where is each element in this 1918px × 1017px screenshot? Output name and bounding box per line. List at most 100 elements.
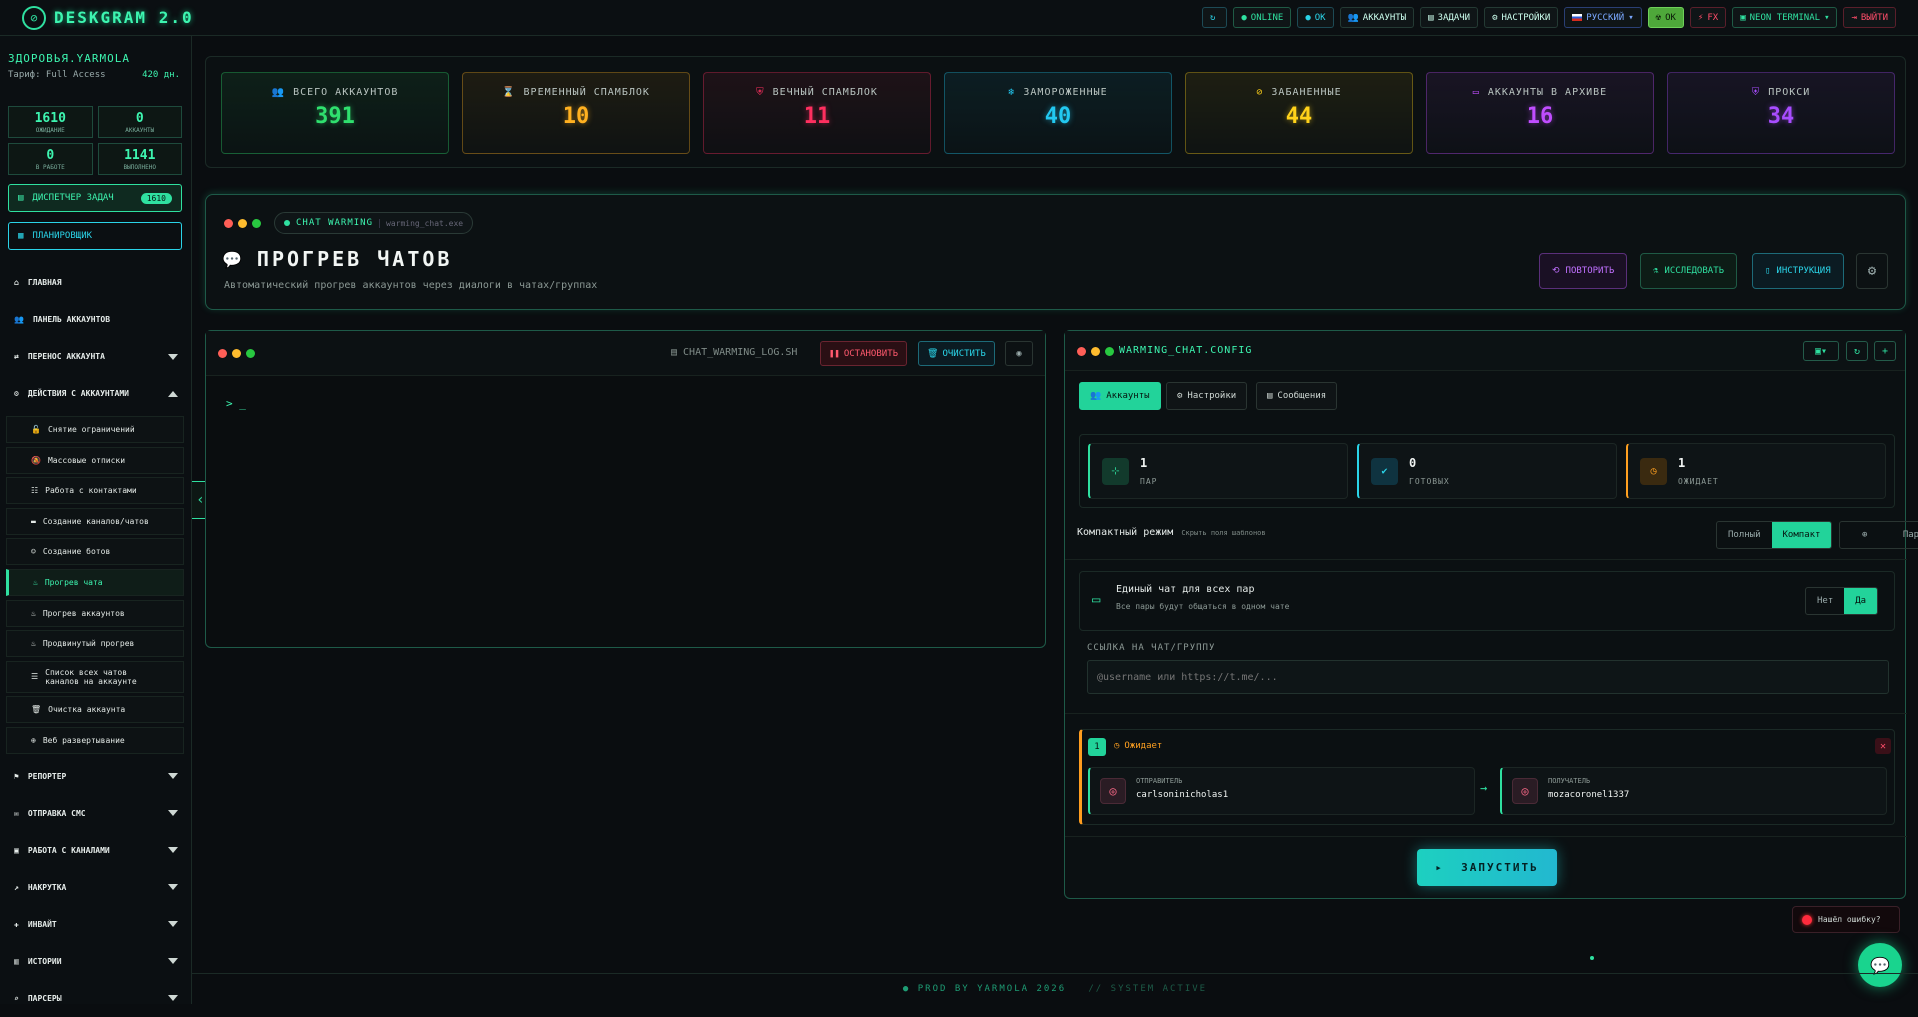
online-status-button[interactable]: ● ONLINE — [1233, 7, 1292, 28]
sidebar-subitem-account-warming[interactable]: ♨ Прогрев аккаунтов — [6, 599, 184, 627]
radiation-button[interactable]: ☢ ОК — [1647, 7, 1684, 28]
metric-pairs: ⊹ 1 ПАР — [1088, 443, 1348, 499]
app-logo[interactable]: ⊘ DESKGRAM 2.0 — [22, 5, 194, 30]
stat-card-banned[interactable]: ⊘ ЗАБАНЕННЫЕ 44 — [1185, 72, 1413, 154]
dot-icon: ● — [1305, 12, 1311, 23]
chevron-left-icon: ‹ — [196, 492, 205, 508]
single-chat-no[interactable]: Нет — [1806, 588, 1844, 614]
mode-full-option[interactable]: Полный — [1717, 522, 1772, 548]
save-preset-dropdown[interactable]: ▣▾ — [1803, 341, 1839, 361]
sidebar-item-parsers[interactable]: ⌕ ПАРСЕРЫ — [0, 980, 192, 1017]
stop-button[interactable]: ❚❚ ОСТАНОВИТЬ — [820, 341, 908, 366]
page-header: CHAT WARMING warming_chat.exe 💬 ПРОГРЕВ ЧА… — [205, 194, 1906, 310]
account-stats: 👥 ВСЕГО АККАУНТОВ 391 ⌛ ВРЕМЕННЫЙ СПАМБЛОК 1… — [205, 56, 1906, 168]
settings-button[interactable]: ⚙ НАСТРОЙКИ — [1484, 7, 1559, 28]
run-button[interactable]: ▸ ЗАПУСТИТЬ — [1417, 849, 1557, 886]
sidebar-subitem-chat-warming[interactable]: ♨ Прогрев чата — [6, 568, 184, 596]
window-dots — [224, 219, 261, 228]
sidebar-subitem-remove-restrictions[interactable]: 🔓 Снятие ограничений — [6, 416, 184, 443]
contacts-icon: ☷ — [31, 486, 39, 496]
clipboard-icon: ▤ — [1428, 12, 1434, 23]
sidebar-item-accounts-panel[interactable]: 👥 ПАНЕЛЬ АККАУНТОВ — [0, 301, 192, 338]
page-title: 💬 ПРОГРЕВ ЧАТОВ — [222, 247, 453, 271]
avatar: ◎ — [1512, 778, 1538, 804]
trash-icon: 🗑 — [927, 348, 939, 359]
instructions-button[interactable]: ▯ ИНСТРУКЦИЯ — [1752, 253, 1844, 289]
stat-card-total[interactable]: 👥 ВСЕГО АККАУНТОВ 391 — [221, 72, 449, 154]
window-dots — [1077, 347, 1114, 356]
accounts-button[interactable]: 👥 АККАУНТЫ — [1339, 7, 1415, 28]
scheduler-button[interactable]: ▦ ПЛАНИРОВЩИК — [8, 222, 182, 250]
add-pair-button[interactable]: ⊕ Пара — [1839, 521, 1918, 549]
refresh-button[interactable]: ↻ — [1201, 7, 1228, 28]
module-badge: CHAT WARMING warming_chat.exe — [274, 212, 474, 234]
sidebar-subitem-mass-unsubscribe[interactable]: 🔕 Массовые отписки — [6, 446, 184, 474]
language-select[interactable]: РУССКИЙ ▾ — [1564, 7, 1642, 28]
sender-card[interactable]: ◎ ОТПРАВИТЕЛЬ carlsoninicholas1 — [1088, 767, 1475, 815]
stat-card-perm-spamblock[interactable]: ⛨ ВЕЧНЫЙ СПАМБЛОК 11 — [703, 72, 931, 154]
single-chat-yes[interactable]: Да — [1844, 588, 1878, 614]
shield-icon: ⛨ — [756, 87, 765, 98]
sidebar-item-channels[interactable]: ▣ РАБОТА С КАНАЛАМИ — [0, 832, 192, 869]
stat-value: 16 — [1526, 104, 1554, 129]
mode-compact-option[interactable]: Компакт — [1771, 522, 1832, 548]
sidebar-subitem-clean-account[interactable]: 🗑 Очистка аккаунта — [6, 696, 184, 724]
refresh-icon: ↻ — [1853, 345, 1861, 357]
app-name: DESKGRAM 2.0 — [54, 8, 194, 27]
users-icon: 👥 — [14, 315, 24, 324]
hourglass-icon: ⌛ — [502, 87, 516, 98]
toggle-visibility-button[interactable]: ◉ — [1005, 341, 1033, 366]
stat-card-frozen[interactable]: ❄ ЗАМОРОЖЕННЫЕ 40 — [944, 72, 1172, 154]
sidebar-item-boost[interactable]: ↗ НАКРУТКА — [0, 869, 192, 906]
proxy-shield-icon: ⛨ — [1751, 87, 1761, 98]
tasks-button[interactable]: ▤ ЗАДАЧИ — [1420, 7, 1479, 28]
sidebar-subitem-web-deploy[interactable]: ⊕ Веб развертывание — [6, 726, 184, 754]
sidebar-subitem-create-channels[interactable]: ▬ Создание каналов/чатов — [6, 507, 184, 535]
explore-button[interactable]: ⚗ ИССЛЕДОВАТЬ — [1640, 253, 1738, 289]
sidebar-item-sms[interactable]: ✉ ОТПРАВКА СМС — [0, 795, 192, 832]
chevron-down-icon: ▾ — [1628, 12, 1634, 23]
remove-pair-button[interactable]: ✕ — [1875, 738, 1891, 754]
repeat-button[interactable]: ⟲ ПОВТОРИТЬ — [1539, 253, 1628, 289]
theme-select[interactable]: ▣ NEON TERMINAL ▾ — [1732, 7, 1838, 28]
chat-icon: ▭ — [1092, 592, 1101, 608]
sidebar-item-account-actions[interactable]: ⚙ ДЕЙСТВИЯ С АККАУНТАМИ — [0, 375, 192, 412]
tab-settings[interactable]: ⚙ Настройки — [1166, 382, 1248, 410]
sidebar-item-invite[interactable]: ✚ ИНВАЙТ — [0, 906, 192, 943]
clear-button[interactable]: 🗑 ОЧИСТИТЬ — [918, 341, 995, 366]
sidebar-subitem-chat-list[interactable]: ☰ Список всех чатов каналов на аккаунте — [6, 660, 184, 693]
footer: ● PROD BY YARMOLA 2026 // SYSTEM ACTIVE — [192, 973, 1918, 1004]
sidebar-item-home[interactable]: ⌂ ГЛАВНАЯ — [0, 264, 192, 301]
tab-accounts[interactable]: 👥 Аккаунты — [1079, 382, 1161, 410]
logout-icon: ⇥ — [1851, 12, 1857, 23]
close-icon: ✕ — [1879, 740, 1887, 752]
report-bug-button[interactable]: Нашёл ошибку? — [1792, 906, 1900, 933]
stat-card-temp-spamblock[interactable]: ⌛ ВРЕМЕННЫЙ СПАМБЛОК 10 — [462, 72, 690, 154]
single-chat-option: ▭ Единый чат для всех пар Все пары будут… — [1079, 571, 1895, 631]
stat-card-proxy[interactable]: ⛨ ПРОКСИ 34 — [1667, 72, 1895, 154]
sidebar-item-reporter[interactable]: ⚑ РЕПОРТЕР — [0, 758, 192, 795]
view-mode-toggle: Полный Компакт — [1716, 521, 1833, 549]
logout-button[interactable]: ⇥ ВЫЙТИ — [1843, 7, 1896, 28]
receiver-card[interactable]: ◎ ПОЛУЧАТЕЛЬ mozacoronel1337 — [1500, 767, 1887, 815]
stat-card-archive[interactable]: ▭ АККАУНТЫ В АРХИВЕ 16 — [1426, 72, 1654, 154]
sidebar-item-account-transfer[interactable]: ⇄ ПЕРЕНОС АККАУНТА — [0, 338, 192, 375]
chevron-down-icon — [168, 958, 178, 965]
reload-button[interactable]: ↻ — [1846, 341, 1868, 361]
film-icon: ▥ — [14, 956, 19, 966]
sidebar-item-stories[interactable]: ▥ ИСТОРИИ — [0, 943, 192, 980]
module-settings-button[interactable]: ⚙ — [1856, 253, 1888, 289]
ok-status-button[interactable]: ● OK — [1297, 7, 1334, 28]
sidebar-subitem-advanced-warming[interactable]: ♨ Продвинутый прогрев — [6, 630, 184, 658]
tab-messages[interactable]: ▤ Сообщения — [1256, 382, 1338, 410]
single-chat-toggle: Нет Да — [1805, 587, 1879, 615]
sidebar-subitem-contacts[interactable]: ☷ Работа с контактами — [6, 477, 184, 505]
chat-link-input[interactable] — [1087, 660, 1889, 694]
fx-button[interactable]: ⚡ FX — [1689, 7, 1727, 28]
task-dispatcher-button[interactable]: ▤ ДИСПЕТЧЕР ЗАДАЧ 1610 — [8, 184, 182, 212]
save-icon: ▣▾ — [1814, 345, 1828, 357]
sidebar-subitem-create-bots[interactable]: ☺ Создание ботов — [6, 538, 184, 566]
metric-ready: ✔ 0 ГОТОВЫХ — [1357, 443, 1617, 499]
add-button[interactable]: + — [1874, 341, 1896, 361]
message-icon: ▤ — [1267, 391, 1273, 401]
